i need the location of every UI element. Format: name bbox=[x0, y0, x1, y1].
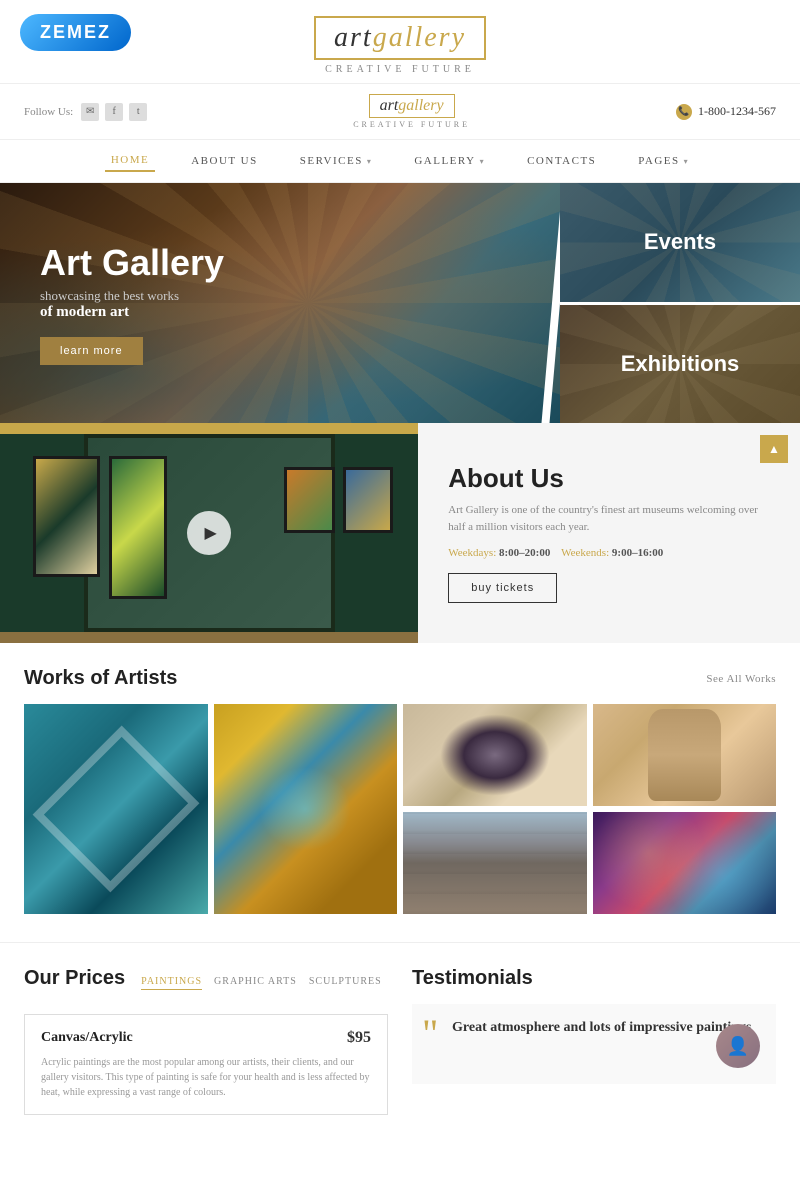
nav-item-about[interactable]: ABOUT US bbox=[185, 150, 264, 172]
bottom-section: Our Prices PAINTINGS GRAPHIC ARTS SCULPT… bbox=[0, 942, 800, 1139]
about-description: Art Gallery is one of the country's fine… bbox=[448, 502, 770, 535]
hero-main: Art Gallery showcasing the best works of… bbox=[0, 183, 560, 423]
nav-item-gallery[interactable]: GALLERY ▾ bbox=[408, 150, 491, 172]
price-tab-sculptures[interactable]: SCULPTURES bbox=[309, 976, 382, 990]
play-video-button[interactable] bbox=[187, 511, 231, 555]
testimonials-section: Testimonials " Great atmosphere and lots… bbox=[412, 967, 776, 1115]
zemez-badge: ZEMEZ bbox=[20, 14, 131, 51]
hero-exhibitions-panel[interactable]: Exhibitions bbox=[560, 305, 800, 424]
hero-events-panel[interactable]: Events bbox=[560, 183, 800, 305]
brand-logo: artgallery bbox=[314, 16, 486, 60]
brand-tagline: CREATIVE FUTURE bbox=[0, 64, 800, 75]
artwork-cosmic[interactable] bbox=[593, 812, 777, 914]
nav-item-contacts[interactable]: CONTACTS bbox=[521, 150, 602, 172]
hero-subtitle: showcasing the best works bbox=[40, 288, 520, 304]
hero-right: Events Exhibitions bbox=[560, 183, 800, 423]
nav-item-services[interactable]: SERVICES ▾ bbox=[294, 150, 379, 172]
price-tab-graphic-arts[interactable]: GRAPHIC ARTS bbox=[214, 976, 297, 990]
about-title: About Us bbox=[448, 463, 770, 494]
prices-section: Our Prices PAINTINGS GRAPHIC ARTS SCULPT… bbox=[24, 967, 388, 1115]
buy-tickets-button[interactable]: buy tickets bbox=[448, 573, 557, 603]
facebook-social-icon[interactable]: f bbox=[105, 103, 123, 121]
pages-arrow-icon: ▾ bbox=[684, 157, 690, 166]
works-section: Works of Artists See All Works bbox=[0, 643, 800, 926]
about-hours: Weekdays: 8:00–20:00 Weekends: 9:00–16:0… bbox=[448, 547, 770, 559]
testimonial-avatar: 👤 bbox=[716, 1024, 760, 1068]
hero-cta-button[interactable]: learn more bbox=[40, 337, 143, 365]
site-header: Follow Us: ✉ f t artgallery CREATIVE FUT… bbox=[0, 84, 800, 140]
prices-section-title: Our Prices bbox=[24, 967, 125, 990]
weekdays-label: Weekdays: bbox=[448, 547, 496, 559]
testimonials-section-title: Testimonials bbox=[412, 967, 776, 990]
scroll-top-button[interactable]: ▲ bbox=[760, 435, 788, 463]
hero-divider bbox=[542, 183, 560, 423]
gallery-arrow-icon: ▾ bbox=[480, 157, 486, 166]
phone-number: 1-800-1234-567 bbox=[698, 104, 776, 119]
weekends-value: 9:00–16:00 bbox=[612, 547, 663, 559]
header-logo-gallery: gallery bbox=[398, 97, 443, 114]
header-follow: Follow Us: ✉ f t bbox=[24, 103, 147, 121]
phone-icon: 📞 bbox=[676, 104, 692, 120]
header-tagline-small: CREATIVE FUTURE bbox=[353, 120, 470, 129]
price-card-header: Canvas/Acrylic $95 bbox=[41, 1029, 371, 1047]
prices-tabs: PAINTINGS GRAPHIC ARTS SCULPTURES bbox=[141, 976, 381, 990]
header-logo-small: artgallery CREATIVE FUTURE bbox=[353, 94, 470, 129]
price-card-name: Canvas/Acrylic bbox=[41, 1030, 133, 1046]
works-section-title: Works of Artists bbox=[24, 667, 177, 690]
hero-exhibitions-label: Exhibitions bbox=[621, 351, 740, 377]
social-icons: ✉ f t bbox=[81, 103, 147, 121]
artwork-butterfly[interactable] bbox=[214, 704, 398, 914]
hero-subtitle-bold: of modern art bbox=[40, 304, 520, 321]
price-card: Canvas/Acrylic $95 Acrylic paintings are… bbox=[24, 1014, 388, 1115]
price-card-description: Acrylic paintings are the most popular a… bbox=[41, 1055, 371, 1100]
about-section: ▲ About Us Art Gallery is one of the cou… bbox=[0, 423, 800, 643]
nav-item-home[interactable]: HOME bbox=[105, 150, 155, 172]
works-grid bbox=[24, 704, 776, 914]
email-social-icon[interactable]: ✉ bbox=[81, 103, 99, 121]
follow-label: Follow Us: bbox=[24, 106, 73, 118]
artwork-street[interactable] bbox=[403, 812, 587, 914]
testimonial-text: Great atmosphere and lots of impressive … bbox=[452, 1018, 760, 1038]
brand-logo-art: art bbox=[334, 22, 373, 53]
quote-mark-icon: " bbox=[422, 1014, 438, 1054]
hero-title: Art Gallery bbox=[40, 242, 520, 284]
twitter-social-icon[interactable]: t bbox=[129, 103, 147, 121]
artwork-figure[interactable] bbox=[593, 704, 777, 806]
header-logo-art: art bbox=[380, 97, 399, 114]
nav-item-pages[interactable]: PAGES ▾ bbox=[632, 150, 695, 172]
artwork-blue-geometric[interactable] bbox=[24, 704, 208, 914]
hero-events-label: Events bbox=[644, 229, 716, 255]
weekdays-value: 8:00–20:00 bbox=[499, 547, 550, 559]
works-header: Works of Artists See All Works bbox=[24, 667, 776, 690]
price-card-amount: $95 bbox=[347, 1029, 371, 1047]
about-video-panel bbox=[0, 423, 418, 643]
hero-section: Art Gallery showcasing the best works of… bbox=[0, 183, 800, 423]
services-arrow-icon: ▾ bbox=[367, 157, 373, 166]
header-phone: 📞 1-800-1234-567 bbox=[676, 104, 776, 120]
about-content: ▲ About Us Art Gallery is one of the cou… bbox=[418, 423, 800, 643]
testimonial-card: " Great atmosphere and lots of impressiv… bbox=[412, 1004, 776, 1084]
see-all-works-link[interactable]: See All Works bbox=[706, 673, 776, 685]
artwork-portrait[interactable] bbox=[403, 704, 587, 806]
main-nav: HOME ABOUT US SERVICES ▾ GALLERY ▾ CONTA… bbox=[0, 140, 800, 183]
weekends-label: Weekends: bbox=[561, 547, 609, 559]
brand-logo-gallery: gallery bbox=[373, 22, 466, 53]
price-tab-paintings[interactable]: PAINTINGS bbox=[141, 976, 202, 990]
